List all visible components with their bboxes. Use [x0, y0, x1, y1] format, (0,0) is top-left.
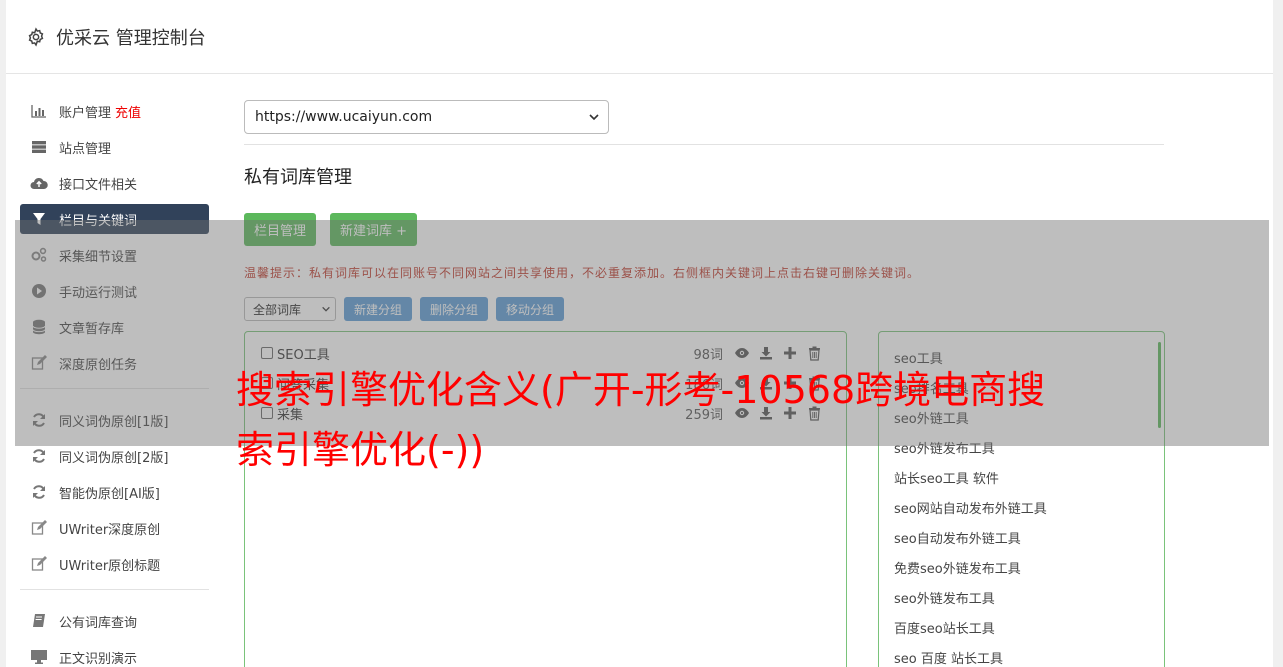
sidebar-item-label: 智能伪原创[AI版] — [59, 486, 160, 502]
sidebar-item-label: 同义词伪原创[2版] — [59, 450, 169, 466]
sidebar-item-label: 站点管理 — [59, 141, 112, 157]
bar-chart-icon — [30, 102, 48, 120]
sidebar-item-a-2[interactable]: 接口文件相关 — [20, 168, 209, 198]
sidebar-item-a-0[interactable]: 账户管理 充值 — [20, 96, 209, 126]
sidebar-item-c-1[interactable]: 正文识别演示 — [20, 642, 209, 667]
keyword-item[interactable]: seo外链发布工具 — [879, 582, 1164, 612]
site-select[interactable]: https://www.ucaiyun.com — [244, 100, 609, 134]
page-title: 优采云 管理控制台 — [56, 27, 206, 49]
sidebar-item-label: UWriter原创标题 — [59, 558, 161, 574]
server-icon — [30, 138, 48, 156]
sidebar-divider — [20, 589, 209, 590]
divider — [244, 144, 1164, 145]
sidebar-item-label: 公有词库查询 — [59, 615, 138, 631]
sidebar-item-b-2[interactable]: 智能伪原创[AI版] — [20, 477, 209, 507]
sidebar-item-a-1[interactable]: 站点管理 — [20, 132, 209, 162]
keyword-item[interactable]: seo自动发布外链工具 — [879, 522, 1164, 552]
refresh-icon — [30, 447, 48, 465]
monitor-icon — [30, 648, 48, 666]
refresh-icon — [30, 483, 48, 501]
edit-icon — [30, 519, 48, 537]
keyword-item[interactable]: seo网站自动发布外链工具 — [879, 492, 1164, 522]
sidebar-item-label: 正文识别演示 — [59, 651, 138, 667]
keyword-item[interactable]: 免费seo外链发布工具 — [879, 552, 1164, 582]
keyword-item[interactable]: 百度seo站长工具 — [879, 612, 1164, 642]
edit-icon — [30, 555, 48, 573]
sidebar-item-label: 接口文件相关 — [59, 177, 138, 193]
gear-icon — [28, 26, 44, 47]
sidebar-item-b-4[interactable]: UWriter原创标题 — [20, 549, 209, 579]
sidebar-item-b-3[interactable]: UWriter深度原创 — [20, 513, 209, 543]
sidebar-item-label: UWriter深度原创 — [59, 522, 161, 538]
book-icon — [30, 612, 48, 630]
keyword-item[interactable]: seo 百度 站长工具 — [879, 642, 1164, 667]
header: 优采云 管理控制台 — [6, 0, 1273, 74]
sidebar-item-c-0[interactable]: 公有词库查询 — [20, 606, 209, 636]
section-title: 私有词库管理 — [244, 167, 352, 188]
cloud-upload-icon — [30, 174, 48, 192]
overlay-headline: 搜索引擎优化含义(广开-形考-10568跨境电商搜索引擎优化(-)) — [236, 368, 1046, 472]
chevron-down-icon — [589, 114, 599, 121]
recharge-link[interactable]: 充值 — [115, 102, 141, 121]
site-select-value: https://www.ucaiyun.com — [255, 109, 433, 125]
sidebar-item-label: 账户管理 — [59, 105, 112, 121]
